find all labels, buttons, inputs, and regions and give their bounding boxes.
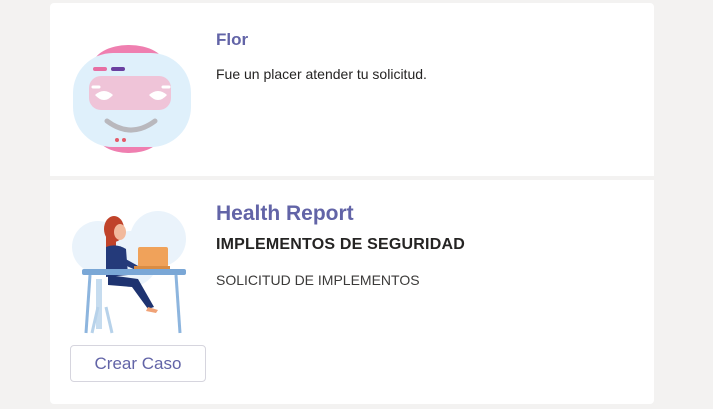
- bot-message-card: Flor Fue un placer atender tu solicitud.: [50, 3, 654, 176]
- health-report-card: Health Report IMPLEMENTOS DE SEGURIDAD S…: [50, 180, 654, 404]
- bot-name: Flor: [216, 30, 249, 49]
- report-title: Health Report: [216, 202, 354, 225]
- create-case-button[interactable]: Crear Caso: [70, 345, 206, 382]
- woman-at-laptop-illustration: [72, 211, 186, 334]
- bot-message-text: Fue un placer atender tu solicitud.: [216, 66, 427, 82]
- report-subtitle: IMPLEMENTOS DE SEGURIDAD: [216, 236, 465, 253]
- robot-avatar-icon: [73, 45, 191, 153]
- report-description: SOLICITUD DE IMPLEMENTOS: [216, 272, 420, 288]
